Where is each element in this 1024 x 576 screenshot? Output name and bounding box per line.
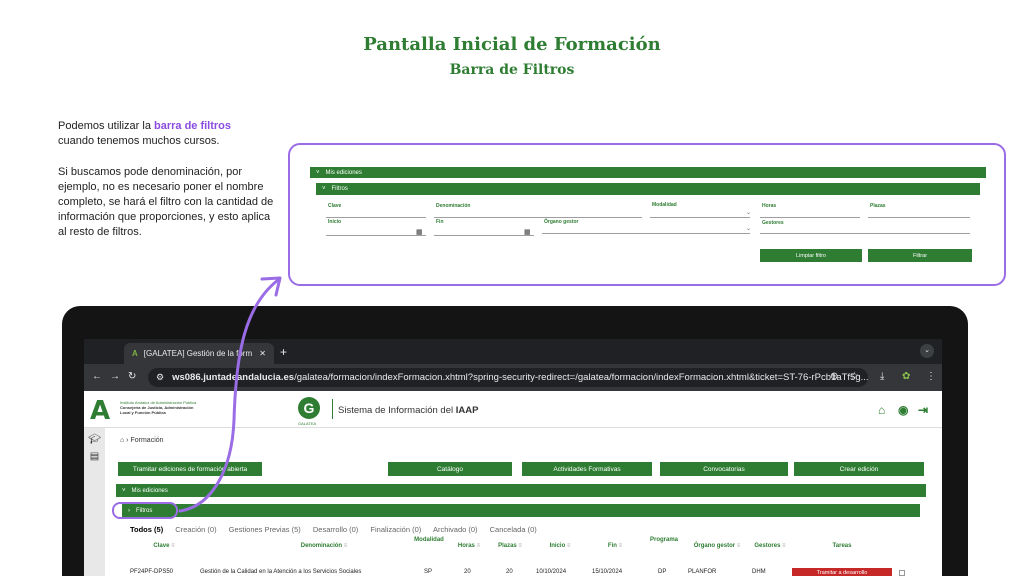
filtros-highlight-ellipse bbox=[112, 502, 178, 519]
pointer-arrow-icon bbox=[178, 278, 280, 513]
annotation-overlay bbox=[112, 276, 282, 519]
